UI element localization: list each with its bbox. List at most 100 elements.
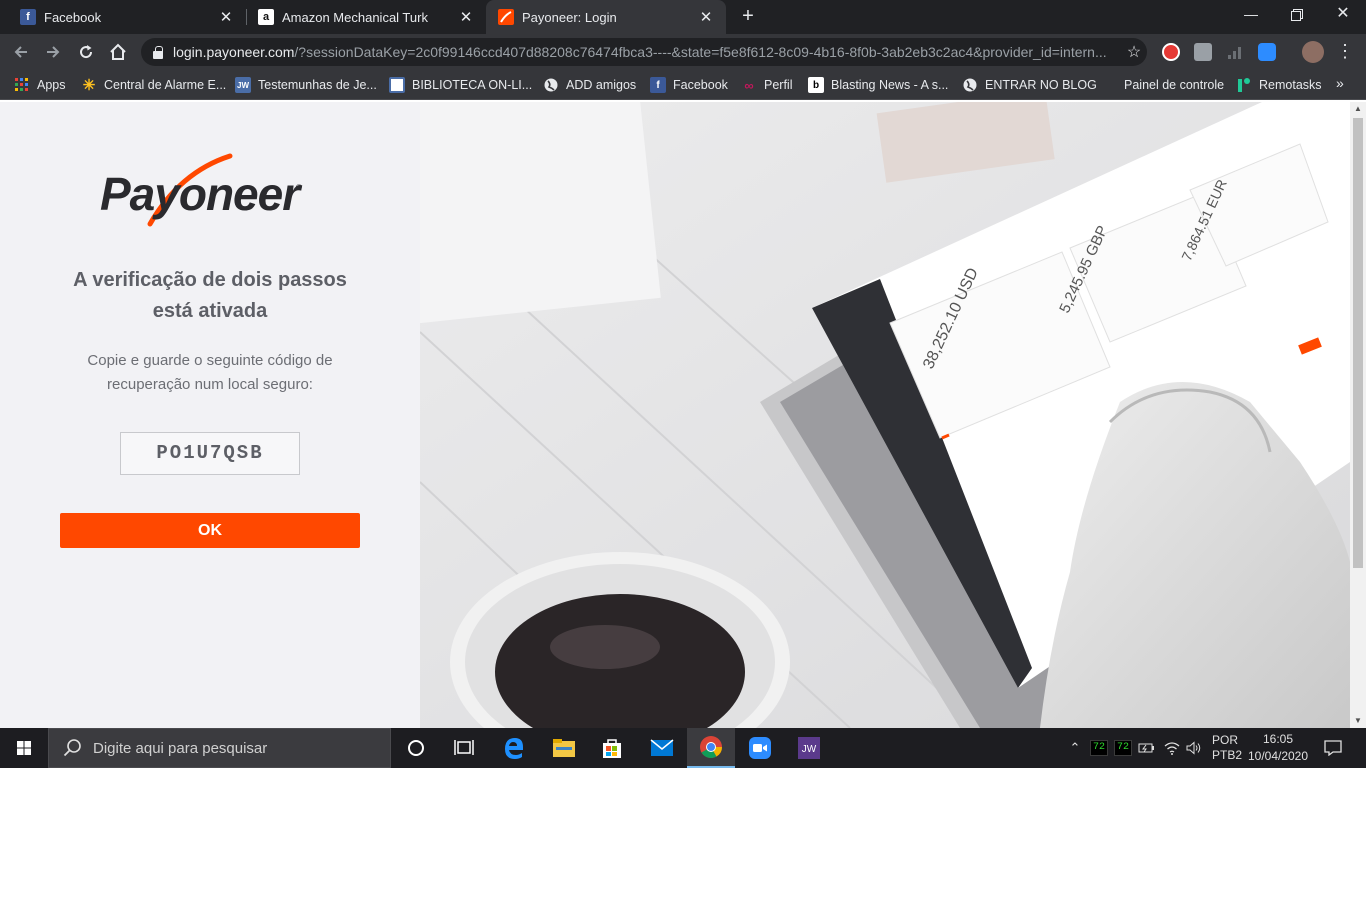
remotasks-icon <box>1236 77 1252 93</box>
jw-library-icon[interactable]: JW <box>785 728 833 768</box>
show-hidden-icons[interactable]: ⌃ <box>1066 728 1084 768</box>
tab-payoneer-login[interactable]: Payoneer: Login ✕ <box>486 0 726 34</box>
bookmark-apps[interactable]: Apps <box>14 75 66 95</box>
restore-button[interactable] <box>1274 0 1320 30</box>
bookmark-entrar-no-blog[interactable]: ENTRAR NO BLOG <box>962 75 1097 95</box>
zoom-taskbar-icon[interactable] <box>736 728 784 768</box>
page-scrollbar[interactable]: ▲ ▼ <box>1350 102 1366 728</box>
page-content: Payoneer ® A verificação de dois passos … <box>0 102 1366 728</box>
volume-icon[interactable] <box>1184 728 1204 768</box>
extension-red-icon[interactable] <box>1162 43 1180 61</box>
lock-icon[interactable] <box>153 45 163 59</box>
wifi-icon[interactable] <box>1160 728 1184 768</box>
bookmark-star-icon[interactable]: ☆ <box>1121 42 1147 62</box>
gpu-temp-indicator[interactable]: 72 <box>1112 728 1134 768</box>
tab-title: Facebook <box>44 9 102 25</box>
temp-readout-2: 72 <box>1114 740 1132 756</box>
bookmark-testemunhas[interactable]: JW Testemunhas de Je... <box>235 75 377 95</box>
tab-title: Payoneer: Login <box>522 9 617 25</box>
globe-icon <box>962 77 978 93</box>
heading-line-2: está ativada <box>152 300 268 322</box>
heading-line-1: A verificação de dois passos <box>73 269 347 291</box>
cortana-icon[interactable] <box>392 728 440 768</box>
taskbar-search[interactable]: Digite aqui para pesquisar <box>48 728 391 768</box>
edge-browser-icon[interactable] <box>490 728 538 768</box>
windows-taskbar: Digite aqui para pesquisar JW ⌃ 72 72 PO… <box>0 728 1366 768</box>
bookmark-label: Central de Alarme E... <box>104 78 227 92</box>
bookmark-central-de-alarme[interactable]: ✳ Central de Alarme E... <box>81 75 227 95</box>
windows-logo-icon <box>17 741 31 755</box>
mail-icon[interactable] <box>638 728 686 768</box>
link-icon: ∞ <box>744 77 754 93</box>
bookmark-label: Facebook <box>673 78 728 92</box>
bookmark-perfil[interactable]: ∞ Perfil <box>741 75 792 95</box>
bookmark-label: ADD amigos <box>566 78 637 92</box>
svg-text:JW: JW <box>802 744 817 755</box>
chrome-taskbar-icon[interactable] <box>687 728 735 768</box>
minimize-button[interactable]: — <box>1228 0 1274 30</box>
close-tab-icon[interactable]: ✕ <box>698 8 714 26</box>
scrollbar-thumb[interactable] <box>1353 118 1363 568</box>
language-indicator[interactable]: POR PTB2 <box>1210 728 1244 768</box>
bookmark-label: Perfil <box>764 78 793 92</box>
ok-button[interactable]: OK <box>60 513 360 548</box>
extension-signal-icon[interactable] <box>1226 43 1244 61</box>
scroll-up-arrow-icon[interactable]: ▲ <box>1350 102 1366 116</box>
battery-icon[interactable] <box>1136 728 1158 768</box>
notifications-icon[interactable] <box>1318 728 1348 768</box>
bookmark-painel-de-controle[interactable]: Painel de controle <box>1124 75 1224 95</box>
browser-toolbar: login.payoneer.com /?sessionDataKey=2c0f… <box>0 34 1366 70</box>
microsoft-store-icon[interactable] <box>588 728 636 768</box>
jw-icon: JW <box>235 77 251 93</box>
browser-tab-strip: f Facebook ✕ a Amazon Mechanical Turk ✕ … <box>0 0 1366 34</box>
bookmark-blasting-news[interactable]: b Blasting News - A s... <box>808 75 948 95</box>
close-window-button[interactable]: ✕ <box>1320 0 1366 30</box>
recovery-code[interactable]: PO1U7QSB <box>120 432 300 475</box>
tab-title: Amazon Mechanical Turk <box>282 9 428 25</box>
bookmark-biblioteca[interactable]: BIBLIOTECA ON-LI... <box>389 75 532 95</box>
extension-printer-icon[interactable] <box>1194 43 1212 61</box>
page-title: A verificação de dois passos está ativad… <box>40 265 380 327</box>
walmart-spark-icon: ✳ <box>82 77 96 94</box>
bookmark-facebook[interactable]: f Facebook <box>650 75 728 95</box>
clock-time: 16:05 <box>1262 732 1294 746</box>
instruction-line-2: recuperação num local seguro: <box>107 376 313 393</box>
bookmark-remotasks[interactable]: Remotasks <box>1236 75 1322 95</box>
facebook-icon: f <box>20 9 36 25</box>
tab-amazon-mechanical-turk[interactable]: a Amazon Mechanical Turk ✕ <box>246 0 486 34</box>
bookmarks-overflow-button[interactable]: » <box>1336 75 1344 91</box>
zoom-extension-icon[interactable] <box>1258 43 1276 61</box>
bookmark-add-amigos[interactable]: ADD amigos <box>543 75 636 95</box>
close-tab-icon[interactable]: ✕ <box>458 8 474 26</box>
bookmark-label: Remotasks <box>1259 78 1322 92</box>
file-explorer-icon[interactable] <box>540 728 588 768</box>
globe-icon <box>543 77 559 93</box>
scroll-down-arrow-icon[interactable]: ▼ <box>1350 714 1366 728</box>
amazon-icon: a <box>258 9 274 25</box>
address-bar[interactable]: login.payoneer.com /?sessionDataKey=2c0f… <box>141 38 1147 66</box>
bookmarks-bar: Apps ✳ Central de Alarme E... JW Testemu… <box>0 70 1366 100</box>
svg-text:®: ® <box>296 183 302 192</box>
profile-avatar[interactable] <box>1302 41 1324 63</box>
bookmark-label: ENTRAR NO BLOG <box>985 78 1097 92</box>
reload-button[interactable] <box>74 40 98 64</box>
tab-facebook[interactable]: f Facebook ✕ <box>0 0 246 34</box>
hero-photo: 38,252.10 USD 5,245.95 GBP 7,864.51 EUR <box>420 102 1350 728</box>
chrome-menu-icon[interactable]: ⋮ <box>1336 40 1354 64</box>
screen: f Facebook ✕ a Amazon Mechanical Turk ✕ … <box>0 0 1366 768</box>
clock-date: 10/04/2020 <box>1247 749 1309 763</box>
home-button[interactable] <box>106 40 130 64</box>
payoneer-icon <box>498 9 514 25</box>
apps-grid-icon <box>14 77 30 93</box>
cpu-temp-indicator[interactable]: 72 <box>1088 728 1110 768</box>
back-button[interactable] <box>9 40 33 64</box>
bookmark-label: Painel de controle <box>1124 78 1225 92</box>
system-clock[interactable]: 16:05 10/04/2020 <box>1246 728 1310 768</box>
search-placeholder: Digite aqui para pesquisar <box>93 739 268 757</box>
bookmark-label: Blasting News - A s... <box>831 78 949 92</box>
new-tab-button[interactable]: + <box>738 5 758 29</box>
close-tab-icon[interactable]: ✕ <box>218 8 234 26</box>
start-button[interactable] <box>0 728 48 768</box>
forward-button[interactable] <box>41 40 65 64</box>
task-view-icon[interactable] <box>440 728 488 768</box>
